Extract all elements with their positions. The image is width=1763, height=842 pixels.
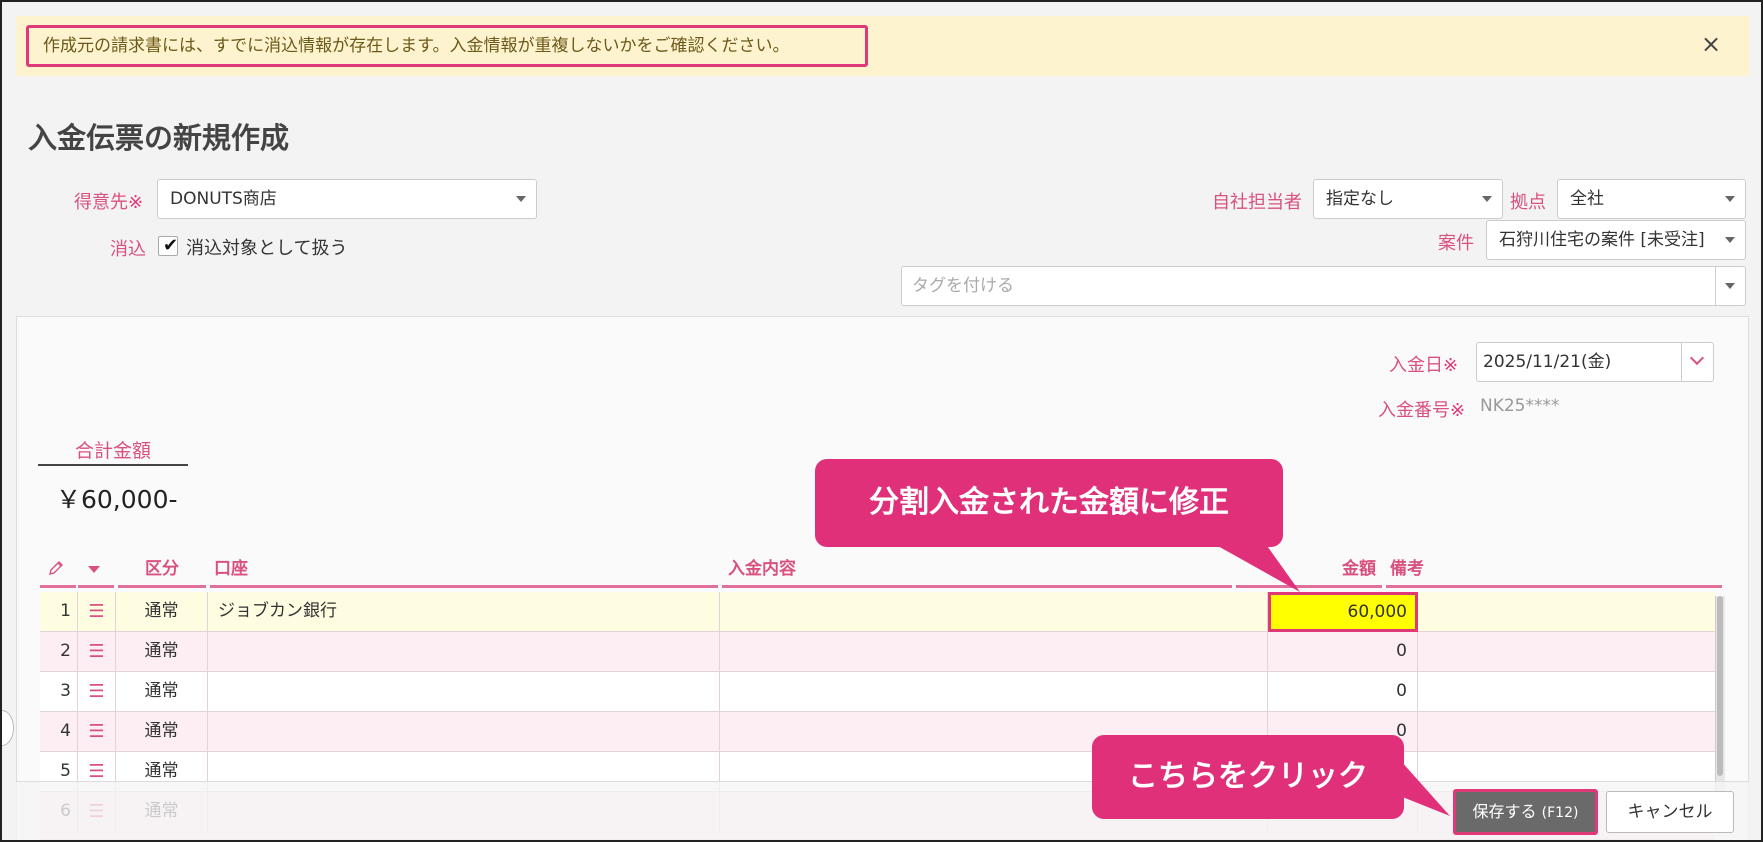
calendar-dropdown-button[interactable]: [1681, 343, 1713, 381]
callout-save: こちらをクリック: [1092, 735, 1404, 819]
account-cell[interactable]: ジョブカン銀行: [208, 592, 720, 632]
row-menu-icon[interactable]: ☰: [78, 672, 116, 712]
chevron-down-icon: [1725, 237, 1735, 243]
total-label: 合計金額: [38, 436, 188, 466]
account-cell[interactable]: [208, 672, 720, 712]
table-row[interactable]: 1 ☰ 通常 ジョブカン銀行 60,000: [40, 592, 1715, 632]
alert-message: 作成元の請求書には、すでに消込情報が存在します。入金情報が重複しないかをご確認く…: [26, 25, 868, 67]
table-scroll-thumb[interactable]: [1717, 596, 1723, 776]
customer-label: 得意先※: [74, 192, 144, 213]
voucher-number: NK25****: [1480, 396, 1560, 416]
project-label: 案件: [1438, 233, 1474, 254]
customer-select[interactable]: DONUTS商店: [157, 179, 537, 219]
tag-dropdown-button[interactable]: [1715, 267, 1745, 305]
content-cell[interactable]: [720, 632, 1268, 672]
callout-save-tail: [1400, 760, 1450, 816]
reconcile-checkbox-label[interactable]: 消込対象として扱う: [186, 234, 347, 260]
row-number: 4: [40, 712, 78, 752]
row-menu-icon[interactable]: ☰: [78, 632, 116, 672]
content-cell[interactable]: [720, 672, 1268, 712]
kubun-cell[interactable]: 通常: [116, 632, 208, 672]
kubun-cell[interactable]: 通常: [116, 712, 208, 752]
save-button[interactable]: 保存する (F12): [1453, 789, 1598, 835]
check-icon: ✔: [163, 235, 179, 256]
date-label: 入金日※: [1389, 355, 1459, 376]
row-number: 3: [40, 672, 78, 712]
row-number: 1: [40, 592, 78, 632]
close-icon[interactable]: ×: [1699, 32, 1723, 56]
reconcile-checkbox[interactable]: ✔: [158, 236, 178, 256]
column-header-content: 入金内容: [722, 556, 1232, 588]
date-input[interactable]: 2025/11/21(金): [1476, 342, 1714, 382]
staff-select[interactable]: 指定なし: [1313, 179, 1503, 219]
reconcile-label: 消込: [110, 239, 146, 260]
row-menu-icon[interactable]: ☰: [78, 592, 116, 632]
account-cell[interactable]: [208, 712, 720, 752]
note-cell[interactable]: [1418, 672, 1715, 712]
kubun-cell[interactable]: 通常: [116, 672, 208, 712]
side-handle[interactable]: [0, 710, 14, 746]
table-row[interactable]: 3 ☰ 通常 0: [40, 672, 1715, 712]
kubun-cell[interactable]: 通常: [116, 592, 208, 632]
project-select[interactable]: 石狩川住宅の案件 [未受注]: [1486, 220, 1746, 260]
column-header-note: 備考: [1386, 556, 1722, 588]
amount-cell[interactable]: 0: [1268, 632, 1418, 672]
chevron-down-icon: [1482, 196, 1492, 202]
cancel-button[interactable]: キャンセル: [1606, 791, 1734, 833]
triangle-down-icon: [88, 566, 100, 573]
chevron-down-icon: [516, 196, 526, 202]
column-header-kubun: 区分: [118, 556, 206, 588]
row-menu-icon[interactable]: ☰: [78, 712, 116, 752]
total-value: ￥60,000-: [56, 485, 178, 514]
tag-input[interactable]: タグを付ける: [901, 266, 1746, 306]
staff-label: 自社担当者: [1212, 192, 1302, 213]
chevron-down-icon: [1725, 196, 1735, 202]
chevron-down-icon: [1689, 350, 1705, 366]
callout-amount: 分割入金された金額に修正: [815, 459, 1283, 547]
account-cell[interactable]: [208, 632, 720, 672]
number-label: 入金番号※: [1378, 400, 1466, 421]
edit-column-header[interactable]: [40, 556, 76, 588]
duplicate-warning-alert: 作成元の請求書には、すでに消込情報が存在します。入金情報が重複しないかをご確認く…: [16, 16, 1749, 76]
column-header-account: 口座: [210, 556, 718, 588]
page-title: 入金伝票の新規作成: [28, 121, 290, 155]
chevron-down-icon: [1725, 283, 1735, 289]
amount-cell[interactable]: 0: [1268, 672, 1418, 712]
table-row[interactable]: 2 ☰ 通常 0: [40, 632, 1715, 672]
amount-input[interactable]: 60,000: [1268, 592, 1418, 632]
content-cell[interactable]: [720, 592, 1268, 632]
note-cell[interactable]: [1418, 592, 1715, 632]
table-row[interactable]: 4 ☰ 通常 0: [40, 712, 1715, 752]
row-menu-column-header[interactable]: [78, 556, 114, 588]
note-cell[interactable]: [1418, 632, 1715, 672]
base-label: 拠点: [1510, 192, 1546, 213]
pencil-icon: [49, 561, 63, 575]
note-cell[interactable]: [1418, 712, 1715, 752]
base-select[interactable]: 全社: [1557, 179, 1746, 219]
row-number: 2: [40, 632, 78, 672]
